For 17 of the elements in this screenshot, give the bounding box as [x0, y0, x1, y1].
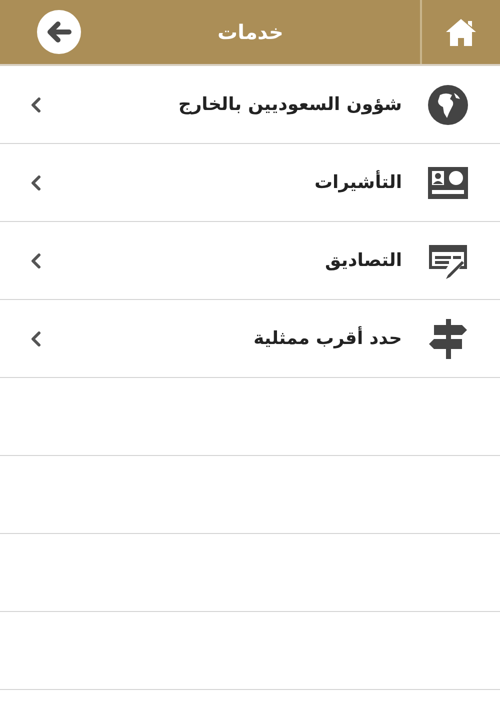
- menu-item[interactable]: حدد أقرب ممثلية: [0, 300, 500, 378]
- chevron-icon: [30, 330, 42, 346]
- menu-item[interactable]: شؤون السعوديين بالخارج: [0, 66, 500, 144]
- menu-item-label: حدد أقرب ممثلية: [252, 328, 402, 349]
- menu-item[interactable]: التصاديق: [0, 222, 500, 300]
- chevron-icon: [30, 174, 42, 190]
- page-title: خدمات: [216, 20, 284, 44]
- home-icon: [445, 17, 477, 47]
- menu-item-label: التأشيرات: [313, 172, 402, 193]
- menu-item-label: شؤون السعوديين بالخارج: [177, 94, 402, 115]
- chevron-icon: [30, 252, 42, 268]
- back-arrow-icon: [46, 21, 72, 43]
- globe-icon: [426, 82, 470, 126]
- chevron-icon: [30, 96, 42, 112]
- menu-item[interactable]: التأشيرات: [0, 144, 500, 222]
- back-button[interactable]: [37, 10, 81, 54]
- menu-item-label: التصاديق: [324, 250, 402, 271]
